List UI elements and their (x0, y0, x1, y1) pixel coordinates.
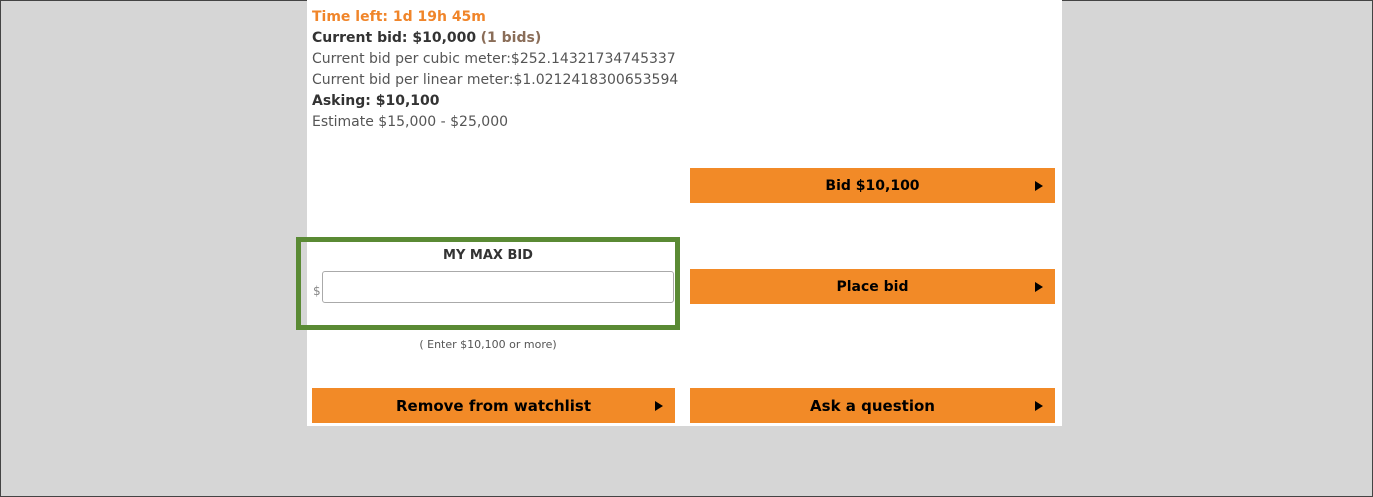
play-arrow-icon (655, 400, 663, 411)
play-arrow-icon (1035, 180, 1043, 191)
ask-question-button[interactable]: Ask a question (690, 388, 1055, 423)
bid-count: (1 bids) (480, 30, 542, 46)
max-bid-title: MY MAX BID (443, 248, 533, 263)
estimate: Estimate $15,000 - $25,000 (312, 114, 509, 130)
max-bid-input[interactable] (322, 271, 674, 303)
current-bid: Current bid: $10,000 (1 bids) (312, 28, 678, 49)
bid-per-cubic-meter: Current bid per cubic meter:$252.1432173… (312, 51, 676, 67)
asking-price: Asking: $10,100 (312, 93, 440, 109)
bid-button-label: Bid $10,100 (825, 177, 920, 194)
remove-from-watchlist-button[interactable]: Remove from watchlist (312, 388, 675, 423)
place-bid-button-label: Place bid (836, 278, 909, 295)
max-bid-hint: ( Enter $10,100 or more) (419, 338, 557, 351)
bid-panel: Time left: 1d 19h 45m Current bid: $10,0… (307, 0, 1062, 426)
play-arrow-icon (1035, 281, 1043, 292)
currency-symbol: $ (313, 284, 321, 298)
current-bid-label: Current bid: $10,000 (312, 30, 477, 46)
time-left: Time left: 1d 19h 45m (312, 9, 486, 25)
remove-watchlist-label: Remove from watchlist (395, 396, 591, 415)
bid-button[interactable]: Bid $10,100 (690, 168, 1055, 203)
play-arrow-icon (1035, 400, 1043, 411)
bid-per-linear-meter: Current bid per linear meter:$1.02124183… (312, 72, 679, 88)
ask-question-label: Ask a question (810, 396, 935, 415)
max-bid-box: MY MAX BID $ (296, 237, 680, 330)
auction-info: Time left: 1d 19h 45m Current bid: $10,0… (312, 7, 678, 133)
place-bid-button[interactable]: Place bid (690, 269, 1055, 304)
